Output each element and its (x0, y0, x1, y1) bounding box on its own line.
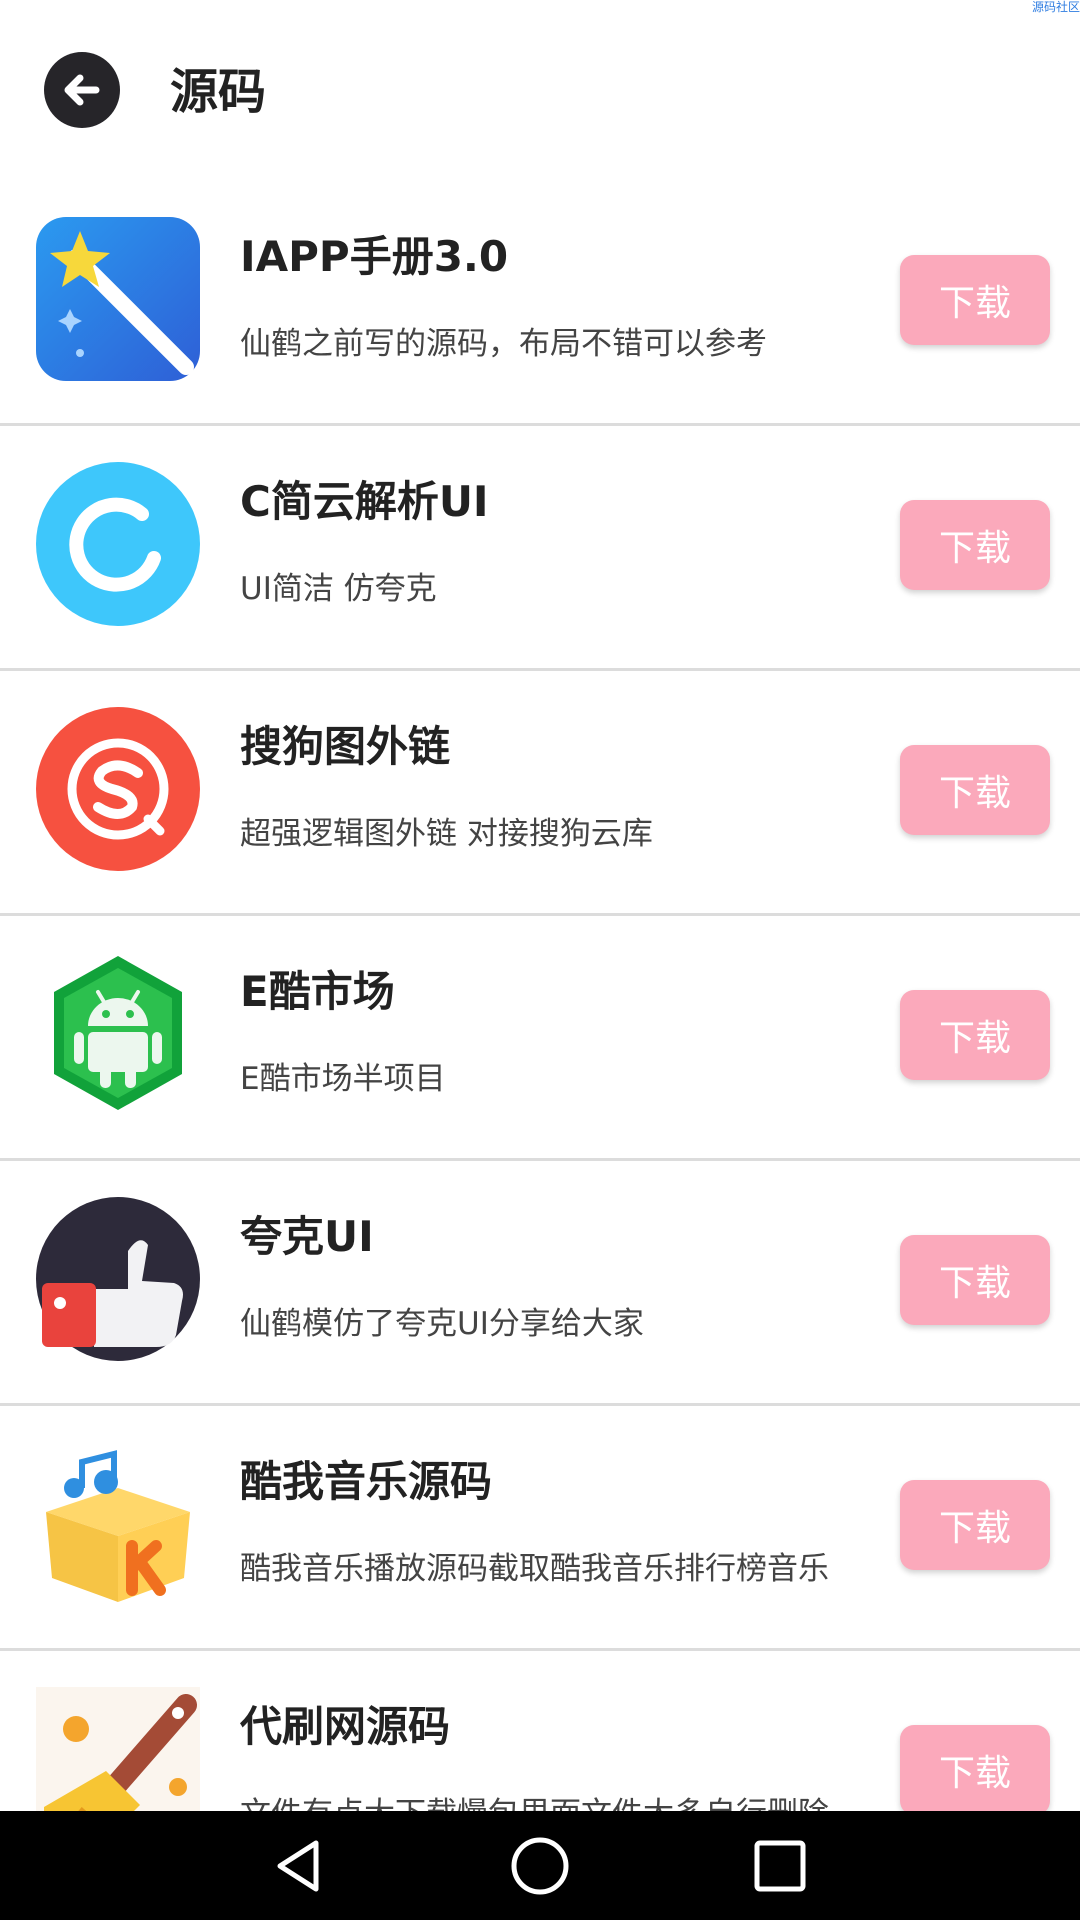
nav-home-button[interactable] (507, 1833, 573, 1899)
sogou-logo-icon (36, 707, 200, 871)
item-title: E酷市场 (240, 967, 395, 1016)
nav-recents-button[interactable] (747, 1833, 813, 1899)
source-list: IAPP手册3.0 仙鹤之前写的源码，布局不错可以参考 下载 C简云解析UI U… (0, 181, 1080, 1811)
kuwo-box-icon (36, 1442, 200, 1606)
list-item[interactable]: C简云解析UI UI简洁 仿夸克 下载 (0, 426, 1080, 671)
item-description: UI简洁 仿夸克 (240, 571, 437, 607)
item-title: 代刷网源码 (240, 1702, 451, 1751)
item-title: C简云解析UI (240, 477, 489, 526)
download-button[interactable]: 下载 (900, 745, 1050, 835)
arrow-left-icon (64, 74, 100, 106)
item-title: 夸克UI (240, 1212, 374, 1261)
item-description: E酷市场半项目 (240, 1061, 446, 1097)
ring-logo-icon (36, 462, 200, 626)
download-button[interactable]: 下载 (900, 255, 1050, 345)
back-button[interactable] (44, 52, 120, 128)
download-button[interactable]: 下载 (900, 1235, 1050, 1325)
item-title: 搜狗图外链 (240, 722, 451, 771)
download-button[interactable]: 下载 (900, 1725, 1050, 1811)
list-item[interactable]: 酷我音乐源码 酷我音乐播放源码截取酷我音乐排行榜音乐 下载 (0, 1406, 1080, 1651)
item-description: 仙鹤模仿了夸克UI分享给大家 (240, 1306, 644, 1342)
triangle-back-icon (277, 1840, 319, 1892)
item-title: 酷我音乐源码 (240, 1457, 493, 1506)
thumbs-up-icon (36, 1197, 200, 1361)
paint-brush-icon (36, 1687, 200, 1811)
list-item[interactable]: IAPP手册3.0 仙鹤之前写的源码，布局不错可以参考 下载 (0, 181, 1080, 426)
list-item[interactable]: 搜狗图外链 超强逻辑图外链 对接搜狗云库 下载 (0, 671, 1080, 916)
circle-home-icon (511, 1837, 569, 1895)
square-recents-icon (754, 1840, 806, 1892)
nav-back-button[interactable] (266, 1833, 332, 1899)
item-description: 超强逻辑图外链 对接搜狗云库 (240, 816, 653, 852)
system-nav-bar (0, 1811, 1080, 1920)
item-description: 仙鹤之前写的源码，布局不错可以参考 (240, 326, 767, 362)
app-header: 源码 (0, 0, 1080, 180)
list-item[interactable]: 代刷网源码 文件有点大下载慢包里面文件太多自行删除 下载 (0, 1651, 1080, 1811)
magic-wand-icon (36, 217, 200, 381)
download-button[interactable]: 下载 (900, 500, 1050, 590)
download-button[interactable]: 下载 (900, 990, 1050, 1080)
item-title: IAPP手册3.0 (240, 232, 509, 281)
item-description: 酷我音乐播放源码截取酷我音乐排行榜音乐 (240, 1551, 829, 1587)
download-button[interactable]: 下载 (900, 1480, 1050, 1570)
page-title: 源码 (170, 64, 267, 120)
android-hexagon-icon (36, 952, 200, 1116)
list-item[interactable]: 夸克UI 仙鹤模仿了夸克UI分享给大家 下载 (0, 1161, 1080, 1406)
item-description: 文件有点大下载慢包里面文件太多自行删除 (240, 1793, 829, 1811)
list-item[interactable]: E酷市场 E酷市场半项目 下载 (0, 916, 1080, 1161)
